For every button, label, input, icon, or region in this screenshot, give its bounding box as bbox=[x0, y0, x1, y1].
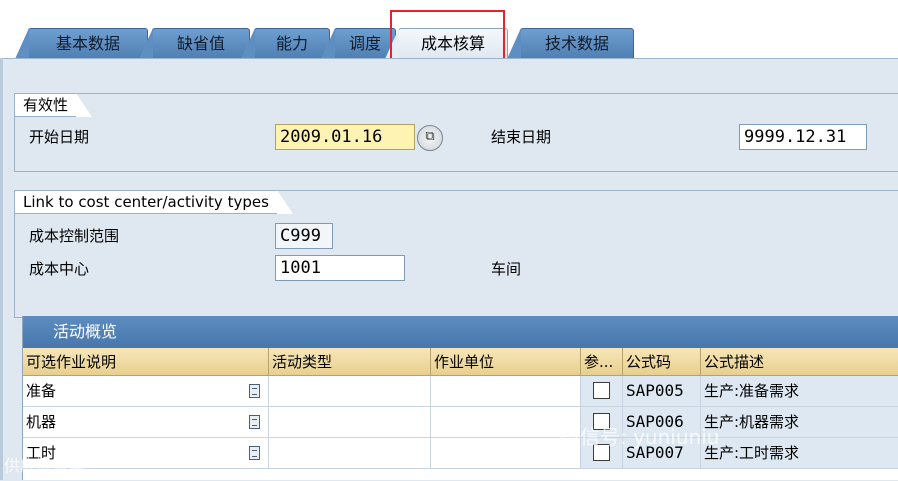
tab-costing[interactable]: 成本核算 bbox=[385, 28, 508, 59]
reference-checkbox[interactable] bbox=[593, 413, 610, 430]
cell-formula-key[interactable]: SAP005 bbox=[623, 376, 701, 407]
text-doc-icon[interactable] bbox=[249, 446, 260, 460]
cell-formula-desc: 生产:准备需求 bbox=[701, 376, 898, 407]
desc-text: 机器 bbox=[26, 413, 57, 431]
cell-activity-type[interactable] bbox=[269, 438, 431, 469]
cell-reference bbox=[581, 438, 623, 469]
cell-formula-desc: 生产:工时需求 bbox=[701, 438, 898, 469]
col-reference[interactable]: 参... bbox=[581, 348, 623, 376]
cell-formula-desc: 生产:机器需求 bbox=[701, 407, 898, 438]
desc-text: 准备 bbox=[26, 382, 57, 400]
cost-center-input[interactable]: 1001 bbox=[275, 255, 405, 281]
cost-link-group: Link to cost center/activity types 成本控制范… bbox=[14, 190, 898, 318]
cell-activity-unit[interactable] bbox=[431, 407, 581, 438]
col-formula-desc[interactable]: 公式描述 bbox=[701, 348, 898, 376]
cost-center-desc: 车间 bbox=[491, 260, 522, 278]
end-date-label: 结束日期 bbox=[491, 128, 552, 146]
cell-desc[interactable]: 工时 bbox=[23, 438, 269, 469]
cell-activity-type[interactable] bbox=[269, 407, 431, 438]
tab-capacity[interactable]: 能力 bbox=[241, 28, 330, 59]
start-date-input[interactable]: 2009.01.16 bbox=[275, 124, 415, 150]
cell-activity-unit[interactable] bbox=[431, 438, 581, 469]
start-date-label: 开始日期 bbox=[29, 128, 90, 146]
controlling-area-label: 成本控制范围 bbox=[29, 227, 120, 245]
left-border bbox=[0, 58, 3, 480]
desc-text: 工时 bbox=[26, 444, 57, 462]
table-row: 准备 SAP005 生产:准备需求 bbox=[23, 376, 898, 407]
activity-overview-title: 活动概览 bbox=[23, 316, 898, 348]
cell-reference bbox=[581, 376, 623, 407]
col-activity-unit[interactable]: 作业单位 bbox=[431, 348, 581, 376]
cost-center-label: 成本中心 bbox=[29, 260, 90, 278]
cell-desc[interactable]: 机器 bbox=[23, 407, 269, 438]
table-header: 可选作业说明 活动类型 作业单位 参... 公式码 公式描述 bbox=[23, 348, 898, 376]
calendar-help-icon[interactable]: ⧉ bbox=[417, 125, 443, 151]
reference-checkbox[interactable] bbox=[593, 382, 610, 399]
cost-link-title: Link to cost center/activity types bbox=[14, 190, 293, 214]
tab-bar: 基本数据 缺省值 能力 调度 成本核算 技术数据 bbox=[0, 0, 898, 59]
reference-checkbox[interactable] bbox=[593, 444, 610, 461]
controlling-area-field: C999 bbox=[275, 223, 333, 249]
col-alt-activity-desc[interactable]: 可选作业说明 bbox=[23, 348, 269, 376]
col-formula-key[interactable]: 公式码 bbox=[623, 348, 701, 376]
cell-formula-key[interactable]: SAP007 bbox=[623, 438, 701, 469]
tab-defaults[interactable]: 缺省值 bbox=[139, 28, 250, 59]
validity-title: 有效性 bbox=[14, 93, 93, 117]
cell-reference bbox=[581, 407, 623, 438]
cell-activity-unit[interactable] bbox=[431, 376, 581, 407]
table-row: 工时 SAP007 生产:工时需求 bbox=[23, 438, 898, 469]
cell-desc[interactable]: 准备 bbox=[23, 376, 269, 407]
validity-group: 有效性 开始日期 2009.01.16 ⧉ 结束日期 9999.12.31 bbox=[14, 93, 898, 172]
tab-basic-data[interactable]: 基本数据 bbox=[15, 28, 148, 59]
activity-overview-table: 活动概览 可选作业说明 活动类型 作业单位 参... 公式码 公式描述 准备 S… bbox=[22, 316, 898, 480]
tab-technical-data[interactable]: 技术数据 bbox=[507, 28, 634, 59]
cell-formula-key[interactable]: SAP006 bbox=[623, 407, 701, 438]
end-date-input[interactable]: 9999.12.31 bbox=[739, 124, 867, 150]
table-row: 机器 SAP006 生产:机器需求 bbox=[23, 407, 898, 438]
cell-activity-type[interactable] bbox=[269, 376, 431, 407]
text-doc-icon[interactable] bbox=[249, 415, 260, 429]
text-doc-icon[interactable] bbox=[249, 384, 260, 398]
col-activity-type[interactable]: 活动类型 bbox=[269, 348, 431, 376]
